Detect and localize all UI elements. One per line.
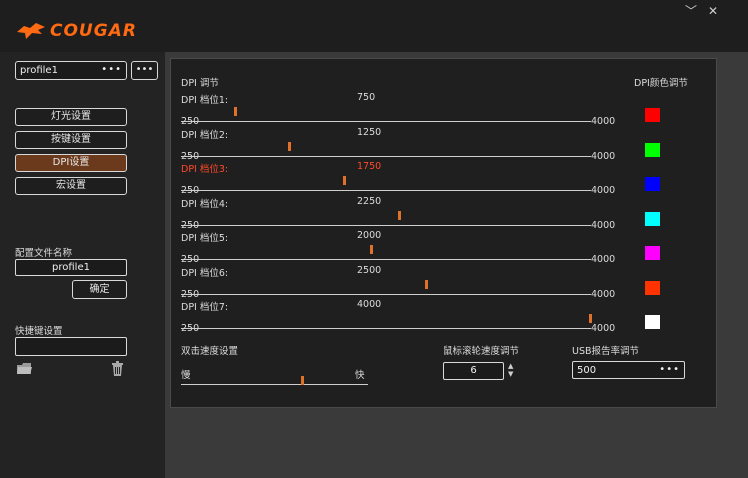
dpi-color-swatch[interactable] xyxy=(645,143,660,157)
dpi-level-value: 2500 xyxy=(357,265,382,276)
dpi-level-thumb[interactable] xyxy=(234,107,237,116)
double-click-track[interactable] xyxy=(181,384,368,385)
trash-icon[interactable] xyxy=(111,361,124,376)
shortcut-label: 快捷键设置 xyxy=(15,326,63,337)
confirm-button[interactable]: 确定 xyxy=(72,280,127,299)
dpi-color-swatch[interactable] xyxy=(645,212,660,226)
dpi-level-thumb[interactable] xyxy=(398,211,401,220)
scroll-stepper[interactable]: ▲ ▼ xyxy=(508,362,513,378)
dpi-level-thumb[interactable] xyxy=(343,176,346,185)
dpi-level-label: DPI 档位1: xyxy=(181,95,229,106)
dpi-max-label: 4000 xyxy=(591,116,616,127)
title-bar: COUGAR ﹀ ✕ xyxy=(0,0,748,52)
usb-rate-select[interactable]: 500 ••• xyxy=(572,361,685,379)
nav-key-button[interactable]: 按键设置 xyxy=(15,131,127,149)
dpi-max-label: 4000 xyxy=(591,220,616,231)
dpi-max-label: 4000 xyxy=(591,254,616,265)
profile-select-value: profile1 xyxy=(20,65,58,76)
logo-text: COUGAR xyxy=(50,21,137,41)
dpi-level-label: DPI 档位6: xyxy=(181,268,229,279)
dpi-level-thumb[interactable] xyxy=(425,280,428,289)
dpi-color-swatch[interactable] xyxy=(645,108,660,122)
dpi-level-thumb[interactable] xyxy=(589,314,592,323)
dpi-level-value: 1250 xyxy=(357,127,382,138)
dpi-color-title: DPI颜色调节 xyxy=(634,78,688,89)
dpi-level-track[interactable] xyxy=(181,225,591,226)
dpi-level-value: 1750 xyxy=(357,161,382,172)
dpi-level-thumb[interactable] xyxy=(288,142,291,151)
dpi-title: DPI 调节 xyxy=(181,78,219,89)
scroll-speed-input[interactable]: 6 xyxy=(443,362,504,380)
dpi-level-track[interactable] xyxy=(181,190,591,191)
dpi-color-swatch[interactable] xyxy=(645,281,660,295)
dpi-max-label: 4000 xyxy=(591,151,616,162)
config-name-input[interactable]: profile1 xyxy=(15,259,127,276)
dpi-color-swatch[interactable] xyxy=(645,315,660,329)
nav-macro-button[interactable]: 宏设置 xyxy=(15,177,127,195)
shortcut-input[interactable] xyxy=(15,337,127,356)
dpi-max-label: 4000 xyxy=(591,289,616,300)
scroll-down-icon[interactable]: ▼ xyxy=(508,370,513,378)
minimize-button[interactable]: ﹀ xyxy=(683,4,699,18)
dpi-level-track[interactable] xyxy=(181,121,591,122)
dpi-level-label: DPI 档位2: xyxy=(181,130,229,141)
profile-select-dots-icon: ••• xyxy=(101,64,122,75)
cougar-logo: COUGAR xyxy=(16,19,137,43)
cougar-head-icon xyxy=(17,23,45,39)
usb-rate-value: 500 xyxy=(577,365,597,376)
profile-more-button[interactable]: ••• xyxy=(131,61,158,80)
usb-rate-dots-icon: ••• xyxy=(659,364,680,375)
dpi-level-label: DPI 档位7: xyxy=(181,302,229,313)
nav-lighting-button[interactable]: 灯光设置 xyxy=(15,108,127,126)
config-name-label: 配置文件名称 xyxy=(15,248,73,259)
nav-dpi-button[interactable]: DPI设置 xyxy=(15,154,127,172)
close-button[interactable]: ✕ xyxy=(705,4,721,18)
dpi-max-label: 4000 xyxy=(591,185,616,196)
double-click-slow-label: 慢 xyxy=(181,370,191,381)
dpi-color-swatch[interactable] xyxy=(645,246,660,260)
dpi-level-label: DPI 档位4: xyxy=(181,199,229,210)
dpi-color-swatch[interactable] xyxy=(645,177,660,191)
dpi-level-track[interactable] xyxy=(181,294,591,295)
dpi-level-label: DPI 档位5: xyxy=(181,233,229,244)
dpi-level-value: 2000 xyxy=(357,230,382,241)
usb-rate-label: USB报告率调节 xyxy=(572,346,640,357)
dpi-level-value: 4000 xyxy=(357,299,382,310)
folder-icon[interactable] xyxy=(16,361,33,376)
double-click-label: 双击速度设置 xyxy=(181,346,239,357)
double-click-thumb[interactable] xyxy=(301,376,304,385)
double-click-fast-label: 快 xyxy=(355,370,365,381)
dpi-level-label: DPI 档位3: xyxy=(181,164,229,175)
dpi-level-thumb[interactable] xyxy=(370,245,373,254)
profile-select[interactable]: profile1 ••• xyxy=(15,61,127,80)
dpi-level-value: 750 xyxy=(357,92,376,103)
dpi-level-track[interactable] xyxy=(181,156,591,157)
dpi-level-track[interactable] xyxy=(181,259,591,260)
scroll-up-icon[interactable]: ▲ xyxy=(508,362,513,370)
dpi-level-value: 2250 xyxy=(357,196,382,207)
scroll-speed-label: 鼠标滚轮速度调节 xyxy=(443,346,520,357)
dpi-max-label: 4000 xyxy=(591,323,616,334)
dpi-level-track[interactable] xyxy=(181,328,591,329)
